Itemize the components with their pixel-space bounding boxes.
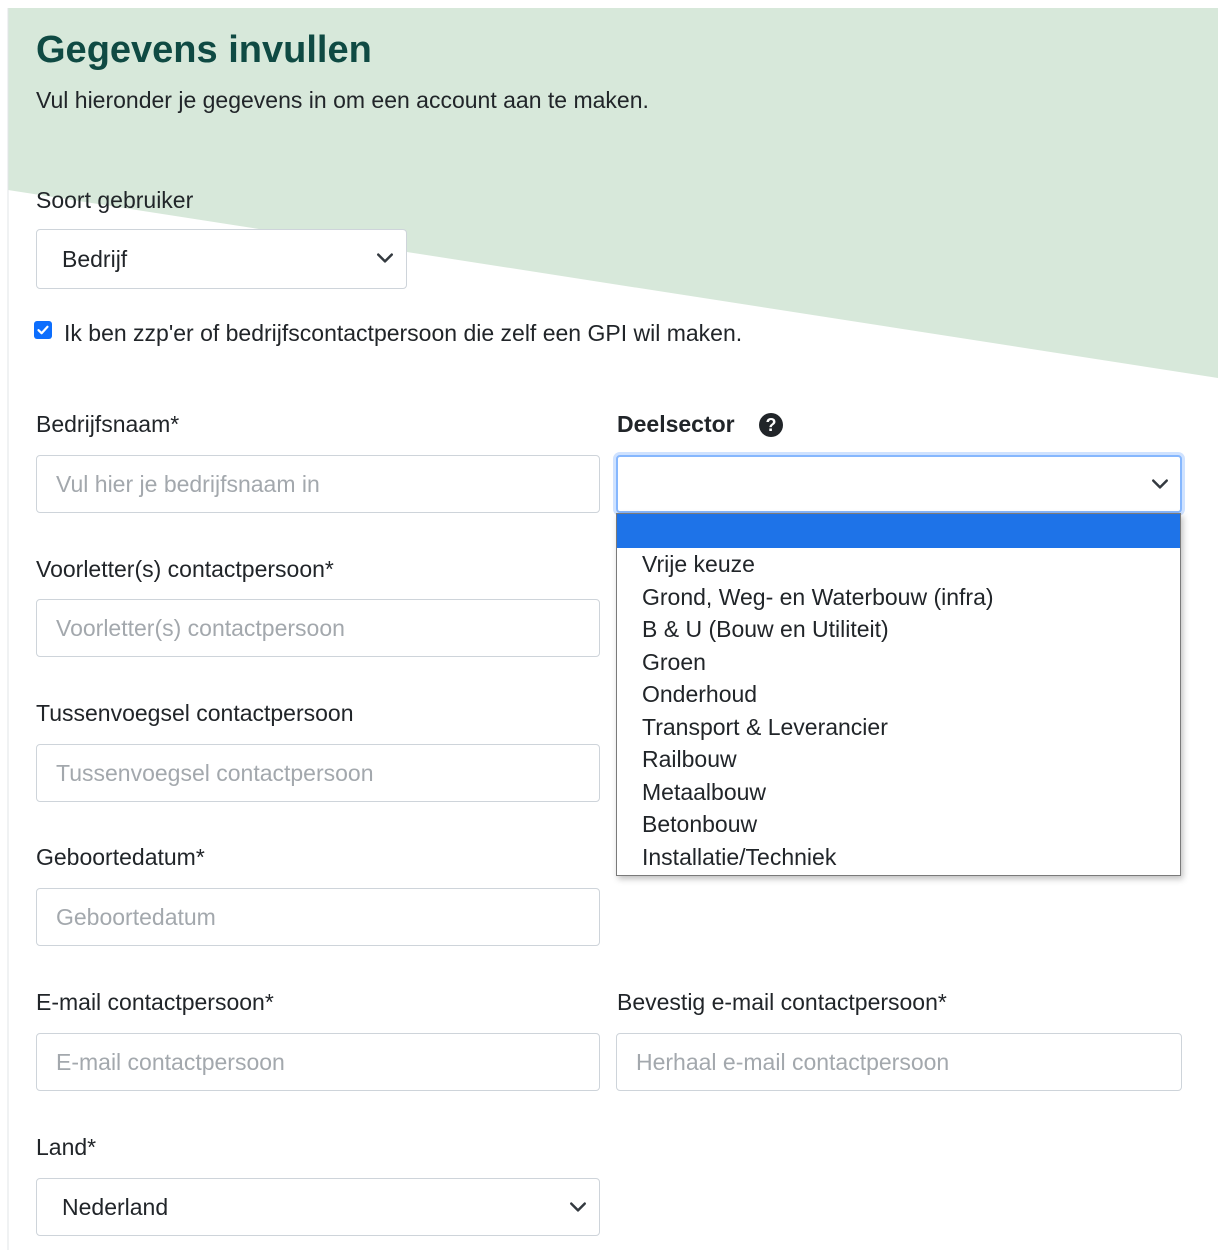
initials-input[interactable]: Voorletter(s) contactpersoon [36,599,600,657]
birthdate-input[interactable]: Geboortedatum [36,888,600,946]
initials-label: Voorletter(s) contactpersoon* [36,556,334,582]
check-icon [37,325,49,335]
sector-option-empty[interactable] [617,514,1180,548]
email-confirm-placeholder: Herhaal e-mail contactpersoon [636,1049,950,1075]
company-name-placeholder: Vul hier je bedrijfsnaam in [56,471,320,497]
user-type-label: Soort gebruiker [36,187,194,213]
sector-dropdown-list: Vrije keuze Grond, Weg- en Waterbouw (in… [616,513,1181,876]
email-label: E-mail contactpersoon* [36,989,274,1015]
sector-option[interactable]: Vrije keuze [617,548,1180,581]
page-subtitle: Vul hieronder je gegevens in om een acco… [36,87,649,113]
sector-option[interactable]: Betonbouw [617,808,1180,841]
initials-placeholder: Voorletter(s) contactpersoon [56,615,345,641]
infix-label: Tussenvoegsel contactpersoon [36,700,354,726]
infix-input[interactable]: Tussenvoegsel contactpersoon [36,744,600,802]
question-circle-icon[interactable]: ? [759,413,783,437]
sector-option[interactable]: Groen [617,646,1180,679]
company-name-label: Bedrijfsnaam* [36,411,180,437]
zzp-checkbox-label[interactable]: Ik ben zzp'er of bedrijfscontactpersoon … [64,319,742,347]
sector-label: Deelsector [617,411,735,437]
chevron-down-icon [1152,479,1168,489]
birthdate-label: Geboortedatum* [36,844,205,870]
email-confirm-input[interactable]: Herhaal e-mail contactpersoon [616,1033,1182,1091]
sector-option[interactable]: Railbouw [617,743,1180,776]
page-title: Gegevens invullen [36,29,372,71]
email-input[interactable]: E-mail contactpersoon [36,1033,600,1091]
sector-option[interactable]: Metaalbouw [617,776,1180,809]
email-placeholder: E-mail contactpersoon [56,1049,285,1075]
sector-option[interactable]: Grond, Weg- en Waterbouw (infra) [617,581,1180,614]
birthdate-placeholder: Geboortedatum [56,904,216,930]
sector-option[interactable]: Transport & Leverancier [617,711,1180,744]
company-name-input[interactable]: Vul hier je bedrijfsnaam in [36,455,600,513]
chevron-down-icon [377,253,393,263]
country-label: Land* [36,1134,97,1160]
sector-option[interactable]: Installatie/Techniek [617,841,1180,874]
country-value: Nederland [62,1194,169,1220]
sector-option[interactable]: B & U (Bouw en Utiliteit) [617,613,1180,646]
sector-select[interactable] [616,455,1182,513]
zzp-checkbox[interactable] [34,321,52,339]
chevron-down-icon [570,1202,586,1212]
infix-placeholder: Tussenvoegsel contactpersoon [56,760,374,786]
email-confirm-label: Bevestig e-mail contactpersoon* [617,989,947,1015]
country-select[interactable]: Nederland [36,1178,600,1236]
user-type-value: Bedrijf [62,246,128,272]
user-type-select[interactable]: Bedrijf [36,229,407,289]
sector-option[interactable]: Onderhoud [617,678,1180,711]
